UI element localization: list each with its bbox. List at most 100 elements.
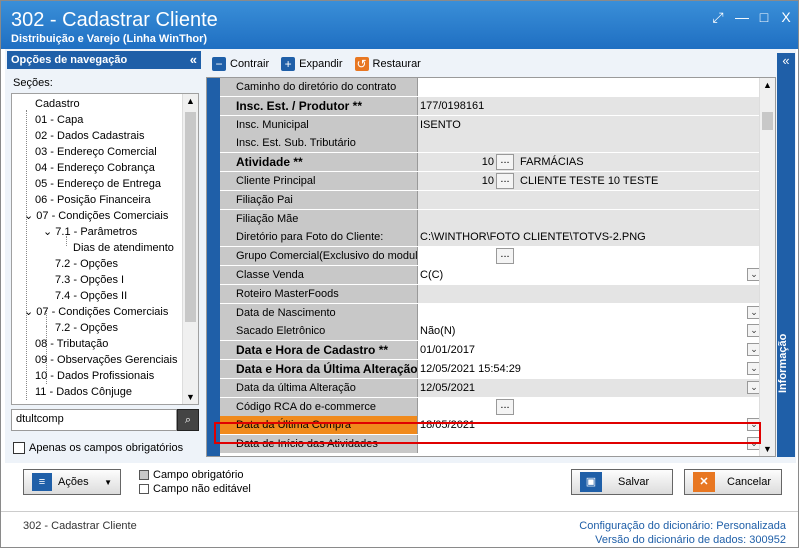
list-icon: ≡ <box>32 473 52 491</box>
grid-row[interactable]: Caminho do diretório do contrato <box>220 78 763 96</box>
grid-row[interactable]: Classe Venda C(C) ⌄ <box>220 266 763 284</box>
dropdown-arrow-icon[interactable]: ▼ <box>104 478 112 487</box>
field-value[interactable]: 12/05/2021 15:54:29 ⌄ <box>418 360 763 378</box>
status-bar: 302 - Cadastrar Cliente Configuração do … <box>1 511 798 547</box>
arrow-up-icon[interactable]: ▲ <box>186 96 195 106</box>
tree-item[interactable]: 7.2 - Opções <box>55 256 118 272</box>
legend-readonly: Campo não editável <box>153 483 251 495</box>
grid-row[interactable]: Data e Hora da Última Alteração 12/05/202… <box>220 360 763 378</box>
field-value[interactable]: C:\WINTHOR\FOTO CLIENTE\TOTVS-2.PNG <box>418 228 763 247</box>
field-label: Insc. Est. / Produtor ** <box>220 96 418 115</box>
ellipsis-button[interactable]: ... <box>496 173 514 189</box>
grid-row[interactable]: Código RCA do e-commerce... <box>220 397 763 416</box>
field-value[interactable]: 12/05/2021 ⌄ <box>418 378 763 397</box>
field-value[interactable]: ... <box>418 247 763 266</box>
grid-row[interactable]: Atividade ** 10... FARMÁCIAS <box>220 153 763 172</box>
chevron-left-icon[interactable]: « <box>777 53 795 68</box>
ellipsis-button[interactable]: ... <box>496 154 514 171</box>
field-label: Sacado Eletrônico <box>220 322 418 341</box>
ellipsis-button[interactable]: ... <box>496 398 514 415</box>
info-panel[interactable]: « Informação <box>777 53 795 457</box>
chevron-left-icon[interactable]: « <box>190 51 197 69</box>
restore-icon[interactable]: ⤢ <box>710 9 726 25</box>
arrow-down-icon[interactable]: ▼ <box>186 392 195 402</box>
tree-item[interactable]: 01 - Capa <box>35 112 83 128</box>
scroll-thumb[interactable] <box>762 112 773 130</box>
tree-item[interactable]: 7.3 - Opções I <box>55 272 124 288</box>
expand-icon[interactable]: ⌄ <box>43 226 55 238</box>
grid-row[interactable]: Insc. Municipal ISENTO <box>220 115 763 134</box>
grid-row[interactable]: Insc. Est. Sub. Tributário <box>220 134 763 153</box>
close-icon[interactable]: X <box>778 9 794 25</box>
search-icon[interactable]: ⌕ <box>177 409 199 431</box>
required-only-checkbox[interactable]: Apenas os campos obrigatórios <box>13 442 183 454</box>
tree-item[interactable]: 02 - Dados Cadastrais <box>35 128 144 144</box>
expand-button[interactable]: + Expandir <box>275 54 348 74</box>
field-value[interactable]: 10... FARMÁCIAS <box>418 153 763 172</box>
grid-row[interactable]: Grupo Comercial(Exclusivo do modulo... <box>220 247 763 266</box>
cancel-button[interactable]: ✕ Cancelar <box>684 469 782 495</box>
field-label: Insc. Est. Sub. Tributário <box>220 134 418 153</box>
tree-item[interactable]: 7.4 - Opções II <box>55 288 127 304</box>
field-value[interactable]: Não(N) ⌄ <box>418 322 763 341</box>
tree-item[interactable]: 08 - Tributação <box>35 336 108 352</box>
grid-row[interactable]: Insc. Est. / Produtor ** 177/0198161 <box>220 96 763 115</box>
tree-item[interactable]: ⌄ 7.1 - Parâmetros <box>43 224 137 240</box>
grid-row[interactable]: Cliente Principal 10... CLIENTE TESTE 10 T… <box>220 172 763 190</box>
restore-button[interactable]: ↺ Restaurar <box>349 54 427 74</box>
maximize-icon[interactable]: □ <box>756 9 772 25</box>
tree-scrollbar[interactable]: ▲ ▼ <box>182 94 198 404</box>
app-window: 302 - Cadastrar Cliente Distribuição e V… <box>0 0 799 548</box>
field-value[interactable]: C(C) ⌄ <box>418 266 763 284</box>
info-label: Informação <box>777 333 789 393</box>
field-value[interactable]: 01/01/2017 ⌄ <box>418 341 763 360</box>
field-value[interactable] <box>418 209 763 228</box>
tree-item[interactable]: Dias de atendimento <box>73 240 174 256</box>
grid-row[interactable]: Data e Hora de Cadastro ** 01/01/2017 ⌄ <box>220 341 763 360</box>
grid-scrollbar[interactable]: ▲ ▼ <box>759 78 775 456</box>
tree-item[interactable]: 10 - Dados Profissionais <box>35 368 154 384</box>
tree-item[interactable]: ⌄ 07 - Condições Comerciais <box>24 304 168 320</box>
tree-item[interactable]: 7.2 - Opções <box>55 320 118 336</box>
minimize-icon[interactable]: — <box>734 9 750 25</box>
field-value[interactable]: ISENTO <box>418 115 763 134</box>
field-value[interactable] <box>418 284 763 303</box>
field-value[interactable]: ⌄ <box>418 303 763 322</box>
tree-item[interactable]: 04 - Endereço Cobrança <box>35 160 155 176</box>
tree-item[interactable]: 06 - Posição Financeira <box>35 192 151 208</box>
tree-item[interactable]: 09 - Observações Gerenciais <box>35 352 177 368</box>
collapse-button[interactable]: − Contrair <box>206 54 275 74</box>
expand-icon[interactable]: ⌄ <box>24 210 36 222</box>
grid-row[interactable]: Data da última Alteração 12/05/2021 ⌄ <box>220 378 763 397</box>
field-value[interactable]: 177/0198161 <box>418 96 763 115</box>
field-text: ISENTO <box>420 118 461 131</box>
arrow-down-icon[interactable]: ▼ <box>763 444 772 454</box>
grid-row[interactable]: Filiação Pai <box>220 190 763 209</box>
save-button[interactable]: ▣ Salvar <box>571 469 673 495</box>
search-input[interactable]: dtultcomp <box>11 409 177 431</box>
field-value[interactable]: ... <box>418 397 763 416</box>
field-value[interactable]: 10... CLIENTE TESTE 10 TESTE <box>418 172 763 190</box>
grid-row[interactable]: Diretório para Foto do Cliente: C:\WINTHO… <box>220 228 763 247</box>
actions-button[interactable]: ≡ Ações ▼ <box>23 469 121 495</box>
grid-row[interactable]: Data de Nascimento ⌄ <box>220 303 763 322</box>
tree-item[interactable]: 05 - Endereço de Entrega <box>35 176 161 192</box>
tree-item[interactable]: ⌄ 07 - Condições Comerciais <box>24 208 168 224</box>
nav-title: Opções de navegação <box>11 54 128 66</box>
field-value[interactable] <box>418 190 763 209</box>
expand-icon[interactable]: ⌄ <box>24 306 36 318</box>
tree-item[interactable]: Cadastro <box>35 96 80 112</box>
ellipsis-button[interactable]: ... <box>496 248 514 265</box>
plus-icon: + <box>281 57 296 71</box>
grid-row[interactable]: Sacado Eletrônico Não(N) ⌄ <box>220 322 763 341</box>
tree-item[interactable]: 11 - Dados Cônjuge <box>35 384 132 400</box>
tree-item[interactable]: 03 - Endereço Comercial <box>35 144 157 160</box>
grid-row[interactable]: Roteiro MasterFoods <box>220 284 763 303</box>
field-label: Diretório para Foto do Cliente: <box>220 228 418 247</box>
field-value[interactable] <box>418 78 763 96</box>
arrow-up-icon[interactable]: ▲ <box>763 80 772 90</box>
grid-row[interactable]: Filiação Mãe <box>220 209 763 228</box>
field-value[interactable] <box>418 134 763 153</box>
legend: Campo obrigatório Campo não editável <box>139 468 251 496</box>
checkbox[interactable] <box>13 442 25 454</box>
